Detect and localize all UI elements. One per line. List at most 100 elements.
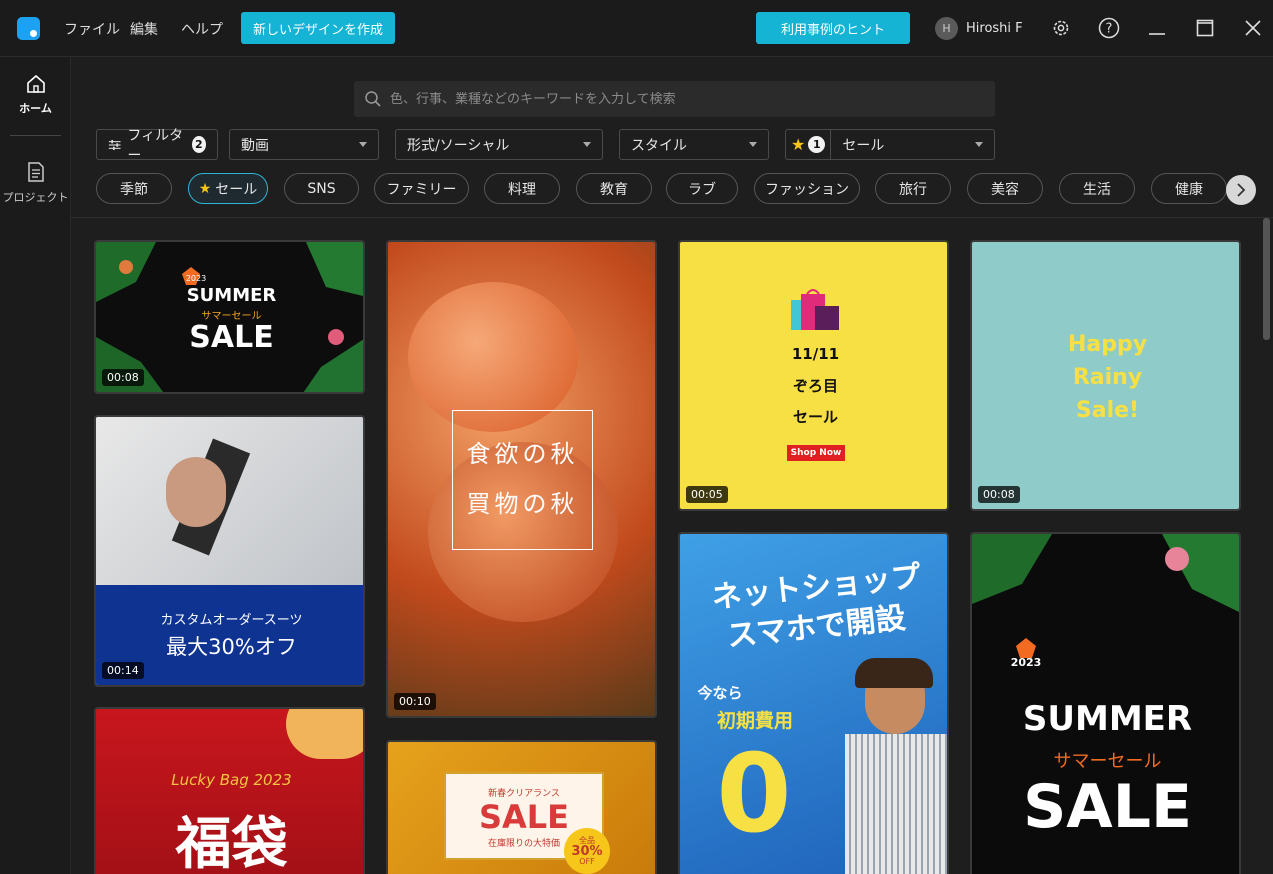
type-dropdown-value: 動画 (241, 137, 269, 154)
card-year: 2023 (185, 274, 207, 283)
user-name: Hiroshi F (966, 21, 1023, 36)
gear-icon[interactable] (1047, 14, 1075, 42)
discount-badge-suffix: OFF (579, 856, 595, 866)
chevron-down-icon (749, 142, 757, 147)
app-logo-icon (17, 17, 40, 40)
card-title: SUMMER (186, 285, 277, 306)
tag-sale[interactable]: ★ セール (188, 173, 268, 204)
card-title: 食欲の秋 (466, 440, 579, 468)
tags-next-button[interactable] (1226, 175, 1256, 205)
card-sale-text: SALE (189, 320, 274, 355)
discount-badge: 全品 30% OFF (564, 828, 610, 874)
home-icon (26, 74, 45, 93)
template-card-lucky-bag[interactable]: Lucky Bag 2023 福袋 (94, 707, 365, 874)
excited-man-photo (845, 658, 947, 874)
main-content: フィルター 2 動画 形式/ソーシャル スタイル ★ 1 セール (71, 57, 1273, 874)
chevron-down-icon (583, 142, 591, 147)
tag-season[interactable]: 季節 (96, 173, 172, 204)
card-subtitle: サマーセール (1053, 751, 1162, 772)
template-card-summer-sale[interactable]: 2023 SUMMER サマーセール SALE 00:08 (94, 240, 365, 394)
favorites-category-dropdown[interactable]: ★ 1 セール (785, 129, 995, 160)
decor-shape (286, 709, 363, 759)
template-card-net-shop[interactable]: ネットショップ スマホで開設 今なら 初期費用 0 (678, 532, 949, 874)
filter-count-badge: 2 (191, 136, 206, 153)
tag-cooking[interactable]: 料理 (484, 173, 560, 204)
search-input[interactable] (390, 91, 980, 107)
text-frame (452, 410, 593, 550)
tag-fashion[interactable]: ファッション (754, 173, 860, 204)
favorites-toggle[interactable]: ★ 1 (786, 130, 832, 159)
tag-education[interactable]: 教育 (576, 173, 652, 204)
template-card-custom-suit[interactable]: カスタムオーダースーツ 最大30%オフ 00:14 (94, 415, 365, 687)
menu-edit[interactable]: 編集 (130, 19, 158, 39)
search-icon (365, 91, 381, 107)
card-title: ぞろ目 (792, 377, 838, 395)
template-card-summer-sale-vertical[interactable]: 2023 SUMMER サマーセール SALE (970, 532, 1241, 874)
template-card-rainy-sale[interactable]: Happy Rainy Sale! 00:08 (970, 240, 1241, 511)
shop-now-label: Shop Now (787, 445, 845, 461)
card-subtitle: Lucky Bag 2023 (171, 771, 292, 789)
format-dropdown[interactable]: 形式/ソーシャル (395, 129, 603, 160)
template-card-1111-sale[interactable]: 11/11 ぞろ目 セール Shop Now 00:05 (678, 240, 949, 511)
card-caption-highlight: 初期費用 (716, 710, 793, 732)
filter-sliders-icon (108, 139, 121, 150)
card-title: Happy (1067, 332, 1148, 357)
tag-love[interactable]: ラブ (666, 173, 738, 204)
menu-file[interactable]: ファイル (64, 19, 120, 39)
tag-health[interactable]: 健康 (1151, 173, 1227, 204)
svg-text:?: ? (1106, 22, 1113, 37)
tag-label: セール (215, 181, 258, 198)
filter-button[interactable]: フィルター 2 (96, 128, 218, 164)
duration-badge: 00:10 (394, 693, 436, 710)
sidebar-item-home[interactable]: ホーム (0, 73, 71, 116)
sidebar-item-projects[interactable]: プロジェクト (0, 161, 71, 205)
sidebar: ホーム プロジェクト (0, 57, 71, 874)
usage-hints-button[interactable]: 利用事例のヒント (756, 12, 910, 44)
shopping-bags-icon (791, 289, 839, 330)
filter-label: フィルター (127, 127, 184, 164)
maximize-icon[interactable] (1191, 14, 1219, 42)
duration-badge: 00:05 (686, 486, 728, 503)
style-dropdown[interactable]: スタイル (619, 129, 769, 160)
app-window: ファイル 編集 ヘルプ 新しいデザインを作成 利用事例のヒント H Hirosh… (0, 0, 1273, 874)
favorites-count-badge: 1 (808, 136, 826, 153)
style-dropdown-value: スタイル (631, 137, 687, 154)
suit-photo (96, 417, 363, 585)
user-menu[interactable]: H Hiroshi F (935, 17, 1023, 40)
search-bar[interactable] (354, 81, 995, 117)
card-title: 最大30%オフ (166, 635, 297, 659)
type-dropdown[interactable]: 動画 (229, 129, 379, 160)
card-subtitle: セール (792, 408, 838, 426)
star-icon: ★ (198, 180, 212, 197)
menu-help[interactable]: ヘルプ (181, 19, 223, 39)
duration-badge: 00:08 (102, 369, 144, 386)
star-icon: ★ (791, 135, 806, 154)
card-year: 2023 (1010, 656, 1042, 669)
divider (71, 217, 1273, 218)
card-date: 11/11 (791, 345, 840, 363)
tag-sns[interactable]: SNS (284, 173, 359, 204)
card-sale-text: SALE (1023, 772, 1192, 842)
card-subtitle: カスタムオーダースーツ (160, 613, 303, 628)
template-card-autumn[interactable]: 食欲の秋 買物の秋 00:10 (386, 240, 657, 718)
help-icon[interactable]: ? (1095, 14, 1123, 42)
tag-family[interactable]: ファミリー (374, 173, 469, 204)
tag-life[interactable]: 生活 (1059, 173, 1135, 204)
template-card-new-year-sale[interactable]: 新春クリアランス SALE 在庫限りの大特価 全品 30% OFF (386, 740, 657, 874)
card-subtitle: Rainy (1072, 365, 1143, 390)
tag-travel[interactable]: 旅行 (875, 173, 951, 204)
duration-badge: 00:08 (978, 486, 1020, 503)
sidebar-divider (10, 135, 61, 136)
chevron-down-icon (975, 142, 983, 147)
card-title: 福袋 (175, 812, 288, 874)
card-price: 0 (716, 732, 792, 857)
card-caption: Sale! (1075, 398, 1140, 423)
create-design-button[interactable]: 新しいデザインを作成 (241, 12, 395, 44)
minimize-icon[interactable] (1143, 14, 1171, 42)
scrollbar-thumb[interactable] (1263, 218, 1270, 340)
card-subtitle: 買物の秋 (466, 490, 579, 518)
document-icon (27, 162, 44, 182)
tag-beauty[interactable]: 美容 (967, 173, 1043, 204)
card-title: SUMMER (1022, 699, 1193, 739)
close-icon[interactable] (1239, 14, 1267, 42)
